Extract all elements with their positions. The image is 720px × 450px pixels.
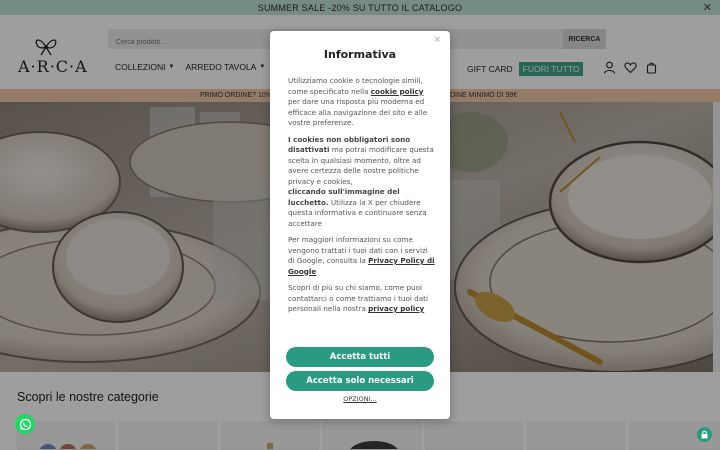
modal-paragraph-4: Scopri di più su chi siamo, come puoi co… — [288, 283, 436, 315]
modal-text: per dare una risposta più moderna ed eff… — [288, 97, 428, 127]
modal-paragraph-2: I cookies non obbligatori sono disattiva… — [288, 135, 436, 230]
modal-title: Informativa — [323, 48, 397, 61]
cookie-policy-link[interactable]: cookie policy — [371, 87, 424, 96]
lock-icon — [701, 430, 708, 439]
accept-all-button[interactable]: Accetta tutti — [286, 347, 434, 367]
cookie-lock-button[interactable] — [697, 427, 712, 442]
modal-paragraph-3: Per maggiori informazioni su come vengon… — [288, 235, 436, 277]
whatsapp-button[interactable] — [15, 414, 35, 434]
modal-close-button[interactable]: × — [433, 35, 441, 45]
privacy-policy-link[interactable]: privacy policy — [368, 304, 424, 313]
modal-body: Utilizziamo cookie o tecnologie simili, … — [288, 76, 436, 321]
accept-necessary-button[interactable]: Accetta solo necessari — [286, 371, 434, 391]
options-link[interactable]: OPZIONI... — [270, 395, 450, 403]
whatsapp-icon — [19, 418, 31, 430]
modal-paragraph-1: Utilizziamo cookie o tecnologie simili, … — [288, 76, 436, 129]
cookie-consent-modal: × Informativa Utilizziamo cookie o tecno… — [270, 31, 450, 419]
